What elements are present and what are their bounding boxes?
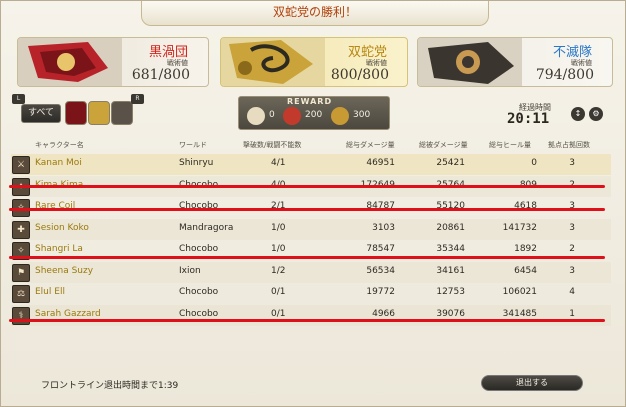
twin-adder-emblem-icon — [221, 38, 325, 86]
table-row[interactable]: ✚ Sesion Koko Mandragora 1/0 3103 20861 141732… — [11, 218, 611, 240]
table-row[interactable]: ⚑ Sheena Suzy Ixion 1/2 56534 34161 6454 3 — [11, 261, 611, 283]
damage-dealt: 46951 — [366, 158, 395, 168]
world-name: Ixion — [179, 265, 201, 276]
seal-icon — [247, 107, 265, 125]
column-header[interactable]: キャラクター名 — [35, 140, 84, 150]
character-name: Sarah Gazzard — [35, 308, 101, 319]
team-card-maelstrom: 黒渦団 戦術値 681/800 — [17, 37, 209, 87]
column-header[interactable]: 撃破数/戦闘不能数 — [243, 140, 301, 150]
red-annotation-line — [9, 185, 605, 188]
column-header[interactable]: ワールド — [179, 140, 207, 150]
twin-adder-filter-icon[interactable] — [88, 101, 110, 125]
exit-timer: フロントライン退出時間まで1:39 — [41, 381, 179, 391]
filter-all-button[interactable]: すべて — [21, 104, 61, 123]
world-name: Chocobo — [179, 287, 219, 297]
column-header[interactable]: 総与ダメージ量 — [346, 140, 395, 150]
character-name: Sesion Koko — [35, 222, 89, 233]
captures: 3 — [569, 158, 575, 168]
immortal-flames-filter-icon[interactable] — [111, 101, 133, 125]
window-title: 双蛇党の勝利！ — [141, 1, 489, 26]
team-score: 681/800 — [131, 67, 190, 83]
world-name: Shinryu — [179, 158, 214, 168]
immortal-flames-emblem-icon — [418, 38, 522, 86]
healing-done: 6454 — [514, 265, 537, 276]
result-window: 双蛇党の勝利！ 黒渦団 戦術値 681/800 双蛇党 戦術値 800/800 — [0, 0, 626, 407]
leave-button[interactable]: 退出する — [481, 375, 583, 391]
job-icon: ⚔ — [12, 156, 30, 174]
red-annotation-line — [9, 208, 605, 211]
healing-done: 0 — [531, 158, 537, 168]
damage-dealt: 56534 — [366, 265, 395, 276]
world-name: Chocobo — [179, 244, 219, 254]
reward-value: 200 — [305, 110, 323, 120]
captures: 3 — [569, 222, 575, 233]
kills-deaths: 1/0 — [271, 244, 286, 254]
maelstrom-emblem-icon — [18, 38, 122, 86]
kills-deaths: 4/1 — [271, 158, 286, 168]
team-score: 794/800 — [535, 67, 594, 83]
character-name: Kanan Moi — [35, 158, 82, 168]
column-header[interactable]: 総与ヒール量 — [489, 140, 531, 150]
column-header[interactable]: 総被ダメージ量 — [419, 140, 468, 150]
reward-panel: REWARD 0 200 300 — [238, 96, 390, 130]
key-hint-right: R — [131, 94, 144, 104]
kills-deaths: 1/2 — [271, 265, 286, 276]
captures: 2 — [569, 244, 575, 254]
reward-label: REWARD — [287, 97, 333, 106]
healing-done: 106021 — [502, 287, 537, 297]
character-name: Sheena Suzy — [35, 265, 94, 276]
damage-taken: 20861 — [436, 222, 465, 233]
captures: 1 — [569, 308, 575, 319]
maelstrom-filter-icon[interactable] — [65, 101, 87, 125]
damage-dealt: 78547 — [366, 244, 395, 254]
footer-bar: フロントライン退出時間まで1:39 退出する — [11, 371, 611, 393]
damage-dealt: 19772 — [366, 287, 395, 297]
damage-taken: 39076 — [436, 308, 465, 319]
coin-icon — [331, 107, 349, 125]
healing-done: 1892 — [514, 244, 537, 254]
team-score: 800/800 — [330, 67, 389, 83]
character-name: Shangri La — [35, 244, 83, 254]
job-icon: ✚ — [12, 220, 30, 239]
damage-taken: 35344 — [436, 244, 465, 254]
team-card-twin-adder: 双蛇党 戦術値 800/800 — [220, 37, 408, 87]
key-hint-left: L — [12, 94, 25, 104]
team-card-immortal-flames: 不滅隊 戦術値 794/800 — [417, 37, 613, 87]
table-row[interactable]: ⚕ Sarah Gazzard Chocobo 0/1 4966 39076 341485 1 — [11, 304, 611, 326]
kills-deaths: 0/1 — [271, 287, 286, 297]
job-icon: ⚖ — [12, 285, 30, 303]
reward-value: 300 — [353, 110, 371, 120]
character-name: Elul Ell — [35, 287, 65, 297]
damage-dealt: 3103 — [372, 222, 395, 233]
wolf-mark-icon — [283, 107, 301, 125]
damage-dealt: 4966 — [372, 308, 395, 319]
world-name: Mandragora — [179, 222, 234, 233]
damage-taken: 12753 — [436, 287, 465, 297]
table-row[interactable]: ⚔ Kanan Moi Shinryu 4/1 46951 25421 0 3 — [11, 154, 611, 175]
world-name: Chocobo — [179, 308, 219, 319]
red-annotation-line — [9, 319, 605, 322]
elapsed-time: 20:11 — [507, 111, 550, 127]
captures: 3 — [569, 265, 575, 276]
reward-value: 0 — [269, 110, 275, 120]
red-annotation-line — [9, 256, 605, 259]
job-icon: ⚑ — [12, 263, 30, 282]
damage-taken: 34161 — [436, 265, 465, 276]
table-header: キャラクター名 ワールド 撃破数/戦闘不能数 総与ダメージ量 総被ダメージ量 総… — [11, 137, 611, 153]
kills-deaths: 1/0 — [271, 222, 286, 233]
healing-done: 141732 — [502, 222, 537, 233]
sort-icon[interactable]: ↕ — [571, 107, 585, 121]
table-row[interactable]: ⚖ Elul Ell Chocobo 0/1 19772 12753 106021 4 — [11, 283, 611, 304]
captures: 4 — [569, 287, 575, 297]
kills-deaths: 0/1 — [271, 308, 286, 319]
damage-taken: 25421 — [436, 158, 465, 168]
healing-done: 341485 — [502, 308, 537, 319]
settings-icon[interactable]: ⚙ — [589, 107, 603, 121]
column-header[interactable]: 拠点占拠回数 — [548, 140, 590, 150]
